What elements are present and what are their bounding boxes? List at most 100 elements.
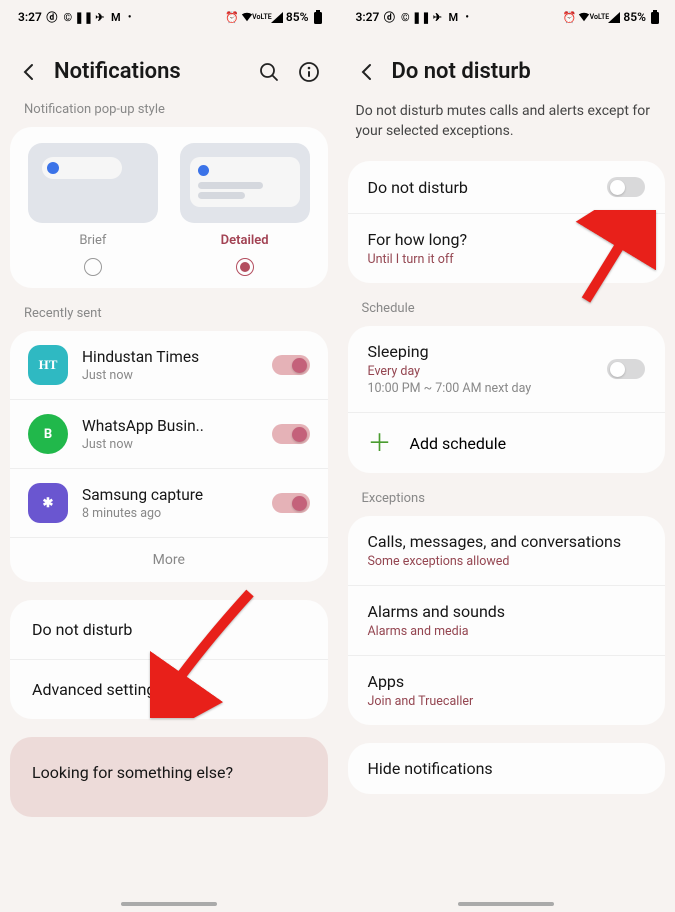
volte-icon: VoLTE [256, 11, 268, 23]
apps-row[interactable]: Apps Join and Truecaller [348, 655, 666, 725]
dnd-card: Do not disturb For how long? Until I tur… [348, 161, 666, 283]
info-icon[interactable] [298, 61, 320, 83]
calls-row[interactable]: Calls, messages, and conversations Some … [348, 516, 666, 585]
popup-brief-option[interactable]: Brief [22, 143, 164, 276]
dnd-description: Do not disturb mutes calls and alerts ex… [338, 102, 675, 161]
schedule-label: Schedule [338, 301, 675, 326]
for-how-long-label: For how long? [368, 230, 646, 249]
more-notifs-icon: • [128, 12, 132, 23]
status-bar: 3:27 ⓓ © ❚❚ ✈ M • ⏰ VoLTE 85% [338, 0, 675, 34]
brief-preview [28, 143, 158, 223]
search-icon[interactable] [258, 61, 280, 83]
app-icon-wb: B [28, 414, 68, 454]
battery-percent: 85% [286, 10, 309, 24]
dnd-toggle-row[interactable]: Do not disturb [348, 161, 666, 213]
screen-dnd: 3:27 ⓓ © ❚❚ ✈ M • ⏰ VoLTE 85% Do not dis… [338, 0, 675, 912]
detailed-radio[interactable] [236, 258, 254, 276]
for-how-long-value: Until I turn it off [368, 252, 646, 267]
calls-sub: Some exceptions allowed [368, 554, 646, 569]
whatsapp-icon: © [399, 11, 411, 23]
battery-icon [649, 11, 661, 23]
whatsapp-icon: © [62, 11, 74, 23]
plus-icon: ＋ [368, 431, 392, 455]
hide-card: Hide notifications [348, 743, 666, 794]
volte-icon: VoLTE [593, 11, 605, 23]
advanced-settings-item[interactable]: Advanced settings [10, 659, 328, 719]
app-name: WhatsApp Busin.. [82, 417, 258, 435]
signal-icon [608, 11, 620, 23]
home-indicator [458, 902, 554, 906]
add-schedule-row[interactable]: ＋ Add schedule [348, 412, 666, 473]
alarm-icon: ⏰ [563, 11, 575, 23]
status-bar: 3:27 ⓓ © ❚❚ ✈ M • ⏰ VoLTE 85% [0, 0, 338, 34]
for-how-long-row[interactable]: For how long? Until I turn it off [348, 213, 666, 283]
hide-notifications-row[interactable]: Hide notifications [348, 743, 666, 794]
app-name: Hindustan Times [82, 348, 258, 366]
home-indicator [121, 902, 217, 906]
footer-help-card[interactable]: Looking for something else? [10, 737, 328, 817]
apps-title: Apps [368, 672, 646, 691]
calls-title: Calls, messages, and conversations [368, 532, 646, 551]
pause-icon: ❚❚ [78, 11, 90, 23]
gmail-icon: M [447, 11, 459, 23]
more-button[interactable]: More [10, 537, 328, 582]
dnd-indicator-icon: ⓓ [383, 11, 395, 23]
dnd-menu-item[interactable]: Do not disturb [10, 600, 328, 659]
add-schedule-label: Add schedule [410, 434, 507, 453]
detailed-label: Detailed [221, 233, 269, 248]
alarms-row[interactable]: Alarms and sounds Alarms and media [348, 585, 666, 655]
gmail-icon: M [110, 11, 122, 23]
schedule-card: Sleeping Every day 10:00 PM ~ 7:00 AM ne… [348, 326, 666, 473]
app-toggle[interactable] [272, 493, 310, 513]
recent-apps-card: HT Hindustan Times Just now B WhatsApp B… [10, 331, 328, 582]
header: Notifications [0, 34, 338, 102]
sleeping-toggle[interactable] [607, 359, 645, 379]
app-icon-sc: ✱ [28, 483, 68, 523]
popup-style-card: Brief Detailed [10, 127, 328, 288]
back-icon[interactable] [18, 61, 40, 83]
exceptions-card: Calls, messages, and conversations Some … [348, 516, 666, 725]
apps-sub: Join and Truecaller [368, 694, 646, 709]
pause-icon: ❚❚ [415, 11, 427, 23]
hide-title: Hide notifications [368, 759, 646, 778]
list-item[interactable]: ✱ Samsung capture 8 minutes ago [10, 468, 328, 537]
sleeping-time: 10:00 PM ~ 7:00 AM next day [368, 381, 532, 396]
battery-percent: 85% [623, 10, 646, 24]
wifi-icon [241, 11, 253, 23]
telegram-icon: ✈ [94, 11, 106, 23]
signal-icon [271, 11, 283, 23]
wifi-icon [578, 11, 590, 23]
header: Do not disturb [338, 34, 675, 102]
back-icon[interactable] [356, 61, 378, 83]
exceptions-label: Exceptions [338, 491, 675, 516]
status-time: 3:27 [18, 10, 42, 24]
sleeping-sub: Every day [368, 364, 532, 379]
sleeping-row[interactable]: Sleeping Every day 10:00 PM ~ 7:00 AM ne… [348, 326, 666, 412]
brief-radio[interactable] [84, 258, 102, 276]
alarm-icon: ⏰ [226, 11, 238, 23]
page-title: Notifications [54, 59, 244, 84]
detailed-preview [180, 143, 310, 223]
more-notifs-icon: • [465, 12, 469, 23]
recently-sent-label: Recently sent [0, 306, 338, 331]
alarms-title: Alarms and sounds [368, 602, 646, 621]
battery-icon [312, 11, 324, 23]
list-item[interactable]: B WhatsApp Busin.. Just now [10, 399, 328, 468]
popup-style-label: Notification pop-up style [0, 102, 338, 127]
dnd-toggle[interactable] [607, 177, 645, 197]
app-time: 8 minutes ago [82, 506, 258, 521]
dnd-indicator-icon: ⓓ [46, 11, 58, 23]
brief-label: Brief [79, 233, 106, 248]
app-icon-ht: HT [28, 345, 68, 385]
app-toggle[interactable] [272, 424, 310, 444]
app-time: Just now [82, 437, 258, 452]
footer-text: Looking for something else? [32, 763, 306, 782]
sleeping-title: Sleeping [368, 342, 532, 361]
popup-detailed-option[interactable]: Detailed [174, 143, 316, 276]
app-toggle[interactable] [272, 355, 310, 375]
alarms-sub: Alarms and media [368, 624, 646, 639]
app-name: Samsung capture [82, 486, 258, 504]
app-time: Just now [82, 368, 258, 383]
list-item[interactable]: HT Hindustan Times Just now [10, 331, 328, 399]
page-title: Do not disturb [392, 59, 658, 84]
